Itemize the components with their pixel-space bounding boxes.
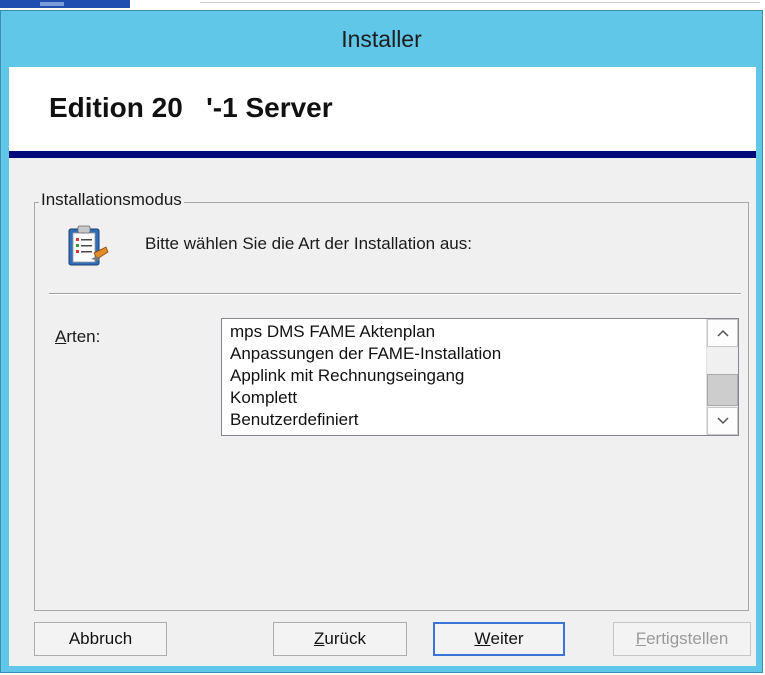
scroll-down-button[interactable] (707, 407, 738, 435)
group-separator-highlight (49, 294, 741, 295)
instruction-text: Bitte wählen Sie die Art der Installatio… (145, 234, 472, 253)
finish-button[interactable]: Fertigstellen (613, 622, 751, 656)
next-button[interactable]: Weiter (433, 622, 565, 656)
window-client-area: Edition 20 '-1 Server Installationsmodus… (9, 67, 756, 666)
header-divider (9, 151, 756, 158)
list-items: mps DMS FAME Aktenplan Anpassungen der F… (230, 321, 700, 431)
scroll-up-button[interactable] (707, 319, 738, 347)
installation-type-list[interactable]: mps DMS FAME Aktenplan Anpassungen der F… (221, 318, 739, 436)
product-title: Edition 20 '-1 Server (49, 92, 333, 123)
arten-label: Arten: (55, 327, 100, 347)
background-mark (40, 2, 64, 6)
arten-label-text: rten: (66, 327, 101, 346)
back-accelerator: Z (314, 629, 325, 648)
wizard-header: Edition 20 '-1 Server (9, 67, 756, 151)
vertical-scrollbar[interactable] (706, 319, 738, 435)
finish-label: ertigstellen (646, 629, 729, 648)
back-button[interactable]: Zurück (273, 622, 407, 656)
list-item[interactable]: Applink mit Rechnungseingang (230, 365, 700, 387)
scroll-thumb[interactable] (707, 374, 738, 406)
chevron-up-icon (716, 329, 729, 337)
arten-label-accelerator: A (55, 327, 67, 346)
list-item[interactable]: Benutzerdefiniert (230, 409, 700, 431)
list-item[interactable]: Komplett (230, 387, 700, 409)
group-legend: Installationsmodus (39, 190, 184, 210)
cancel-button[interactable]: Abbruch (34, 622, 167, 656)
chevron-down-icon (716, 417, 729, 425)
list-item[interactable]: mps DMS FAME Aktenplan (230, 321, 700, 343)
background-tile (0, 0, 130, 8)
list-item[interactable]: Anpassungen der FAME-Installation (230, 343, 700, 365)
installer-window: Installer Edition 20 '-1 Server Installa… (0, 10, 763, 673)
back-label: urück (324, 629, 366, 648)
next-label: eiter (490, 629, 524, 648)
installer-checklist-icon (68, 225, 109, 266)
finish-accelerator: F (635, 629, 647, 648)
window-title: Installer (341, 25, 422, 52)
next-accelerator: W (474, 629, 491, 648)
background-line (200, 2, 760, 9)
